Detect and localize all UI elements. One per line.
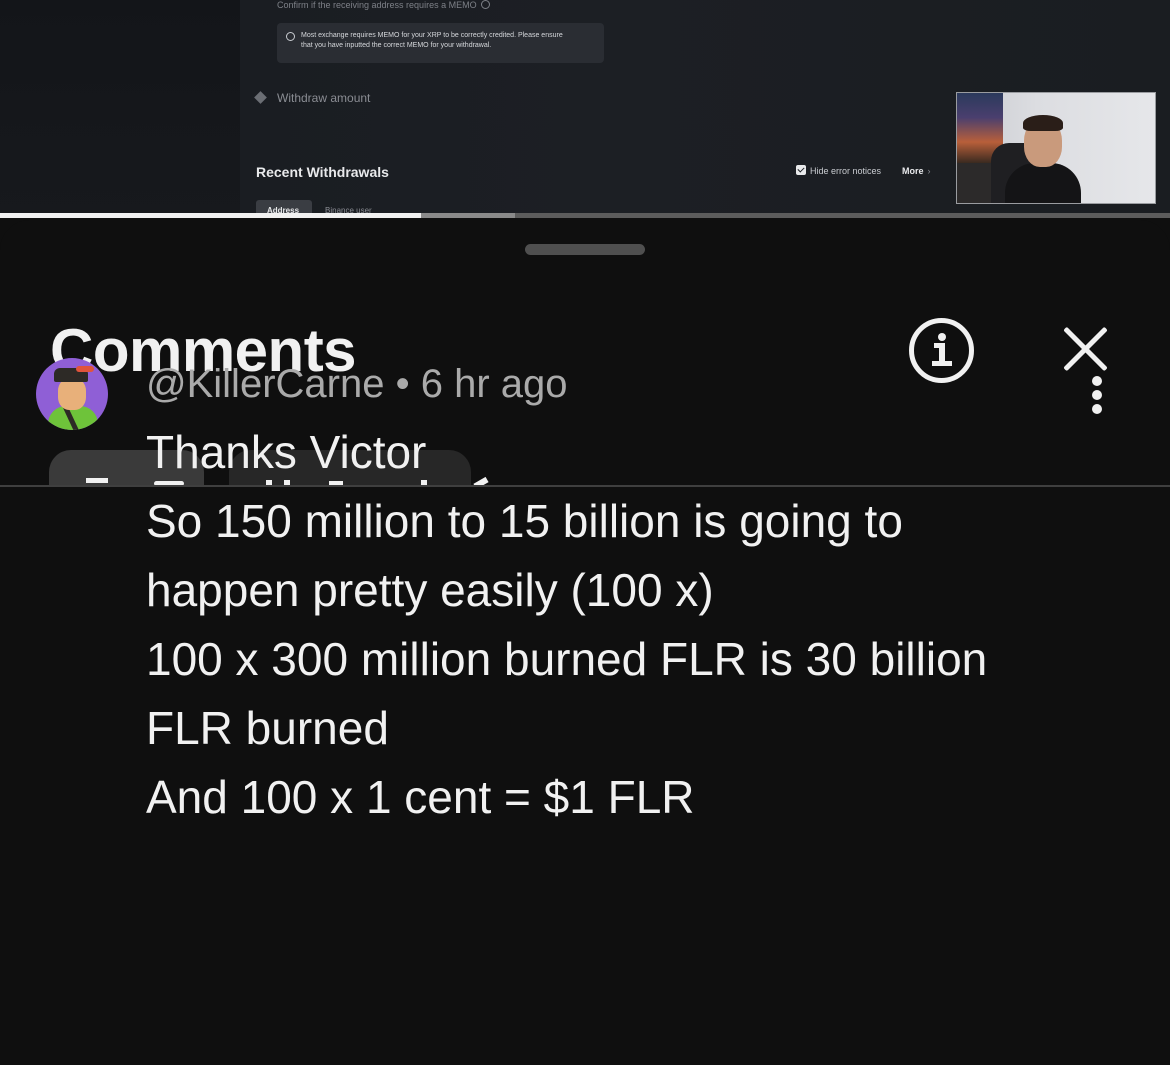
webcam-overlay xyxy=(956,92,1156,204)
withdraw-amount-label: Withdraw amount xyxy=(277,91,371,105)
meta-separator: • xyxy=(395,362,410,406)
comment-body: Thanks Victor So 150 million to 15 billi… xyxy=(146,418,1146,832)
checkbox-icon xyxy=(796,165,806,175)
comment-line: FLR burned xyxy=(146,702,389,754)
info-icon[interactable] xyxy=(909,318,974,383)
video-player[interactable]: Confirm if the receiving address require… xyxy=(0,0,1170,218)
info-small-icon xyxy=(286,32,295,41)
comment-line: And 100 x 1 cent = $1 FLR xyxy=(146,771,695,823)
progress-played xyxy=(0,213,421,218)
comment-meta: @KillerCarne • 6 hr ago xyxy=(146,362,568,407)
info-small-icon xyxy=(480,0,490,9)
hide-error-notices: Hide error notices xyxy=(796,165,881,176)
comment-time: 6 hr ago xyxy=(420,362,568,406)
avatar[interactable] xyxy=(36,358,108,430)
close-icon[interactable] xyxy=(1060,323,1112,375)
memo-notice: Most exchange requires MEMO for your XRP… xyxy=(277,23,604,63)
comment-author[interactable]: @KillerCarne xyxy=(146,362,384,406)
comment-line: 100 x 300 million burned FLR is 30 billi… xyxy=(146,633,988,685)
drag-handle[interactable] xyxy=(525,244,645,255)
comment-line: Thanks Victor xyxy=(146,426,427,478)
more-link: More › xyxy=(902,166,931,176)
comment-line: So 150 million to 15 billion is going to xyxy=(146,495,903,547)
confirm-memo-text: Confirm if the receiving address require… xyxy=(277,0,490,10)
comment-line: happen pretty easily (100 x) xyxy=(146,564,714,616)
more-vertical-icon[interactable] xyxy=(1090,376,1104,414)
recent-withdrawals-title: Recent Withdrawals xyxy=(256,164,389,180)
